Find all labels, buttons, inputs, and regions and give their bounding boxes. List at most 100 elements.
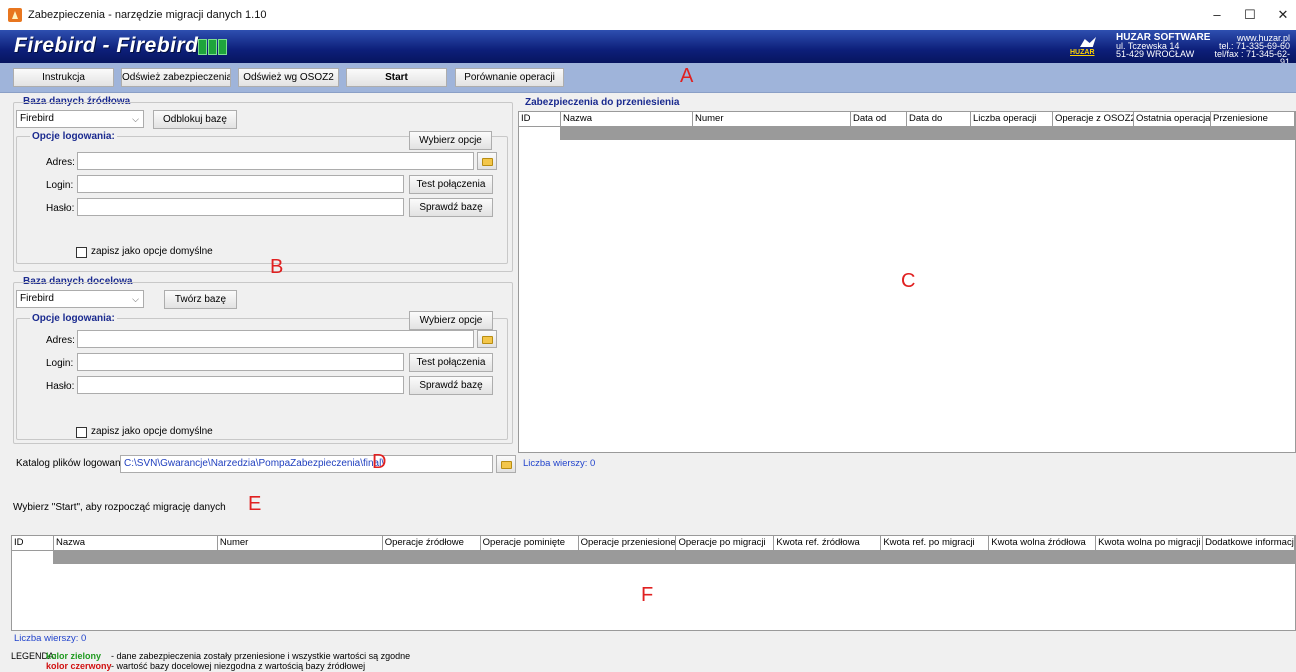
status-square-icon [198,39,207,55]
column-header[interactable]: Numer [218,536,383,551]
window-title-bar: Zabezpieczenia - narzędzie migracji dany… [0,0,1296,30]
chevron-down-icon: ⌵ [132,114,139,124]
column-header[interactable]: Ostatnia operacja [1134,112,1211,127]
source-save-default-label: zapisz jako opcje domyślne [91,246,213,257]
column-header[interactable]: Kwota ref. po migracji [881,536,990,551]
source-test-connection-button[interactable]: Test połączenia [409,175,493,194]
table-row[interactable] [519,127,1295,140]
column-header[interactable]: Data do [907,112,971,127]
target-password-input[interactable] [77,376,404,394]
target-login-input[interactable] [77,353,404,371]
company-address: HUZAR SOFTWARE ul. Tczewska 14 51-429 WR… [1116,33,1210,59]
legend-green-desc: - dane zabezpieczenia zostały przeniesio… [111,651,411,661]
target-save-default-checkbox[interactable] [76,427,87,438]
source-password-input[interactable] [77,198,404,216]
column-header[interactable]: Kwota wolna źródłowa [989,536,1097,551]
log-dir-label: Katalog plików logowania: [16,458,132,469]
column-header[interactable]: ID [519,112,561,127]
column-header[interactable]: Operacje przeniesione [579,536,677,551]
column-header[interactable]: Nazwa [54,536,218,551]
source-browse-button[interactable] [477,152,497,170]
instrukcja-button[interactable]: Instrukcja [13,68,114,87]
company-contact: www.huzar.pl tel.: 71-335-69-60 tel/fax … [1212,34,1290,67]
target-address-input[interactable] [77,330,474,348]
column-header[interactable]: Nazwa [561,112,693,127]
status-message: Wybierz "Start", aby rozpocząć migrację … [13,502,226,513]
transfer-row-count: Liczba wierszy: 0 [523,458,596,469]
target-choose-options-button[interactable]: Wybierz opcje [409,311,493,330]
column-header[interactable]: Dodatkowe informacje [1203,536,1296,551]
row-selector[interactable] [12,551,54,564]
annotation-e: E [248,493,262,515]
column-header[interactable]: Operacje z OSOZ2 [1053,112,1134,127]
target-save-default-label: zapisz jako opcje domyślne [91,426,213,437]
empty-row [560,127,1295,140]
column-header[interactable]: Operacje źródłowe [383,536,481,551]
folder-icon [501,461,512,469]
close-button[interactable]: ✕ [1272,6,1294,24]
transfer-table: ID Nazwa Numer Data od Data do Liczba op… [518,111,1296,453]
compare-operations-button[interactable]: Porównanie operacji [455,68,564,87]
app-banner: Firebird - Firebird HUZAR HUZAR SOFTWARE… [0,30,1296,67]
column-header[interactable]: Operacje pominięte [481,536,579,551]
target-address-label: Adres: [46,335,75,346]
column-header[interactable]: Przeniesione [1211,112,1295,127]
horse-rider-icon [1080,37,1096,47]
source-check-db-button[interactable]: Sprawdź bazę [409,198,493,217]
column-header[interactable]: Kwota wolna po migracji [1096,536,1204,551]
column-header[interactable]: Numer [693,112,851,127]
start-button[interactable]: Start [346,68,447,87]
source-save-default-checkbox[interactable] [76,247,87,258]
legend-green-label: kolor zielony [46,651,102,661]
target-browse-button[interactable] [477,330,497,348]
source-login-input[interactable] [77,175,404,193]
log-dir-browse-button[interactable] [496,455,516,473]
refresh-securities-button[interactable]: Odśwież zabezpieczenia [121,68,231,87]
column-header[interactable]: Liczba operacji [971,112,1053,127]
results-table-header: ID Nazwa Numer Operacje źródłowe Operacj… [12,536,1296,551]
source-choose-options-button[interactable]: Wybierz opcje [409,131,492,150]
column-header[interactable]: Data od [851,112,907,127]
source-login-options-title: Opcje logowania: [30,131,117,142]
source-db-type-value: Firebird [20,113,54,124]
transfer-table-header: ID Nazwa Numer Data od Data do Liczba op… [519,112,1295,127]
target-test-connection-button[interactable]: Test połączenia [409,353,493,372]
app-icon [8,8,22,22]
app-name: Firebird - Firebird [14,34,199,57]
log-dir-input[interactable]: C:\SVN\Gwarancje\Narzedzia\PompaZabezpie… [120,455,493,473]
column-header[interactable]: ID [12,536,54,551]
row-selector[interactable] [519,127,561,140]
results-row-count: Liczba wierszy: 0 [14,633,87,644]
table-row[interactable] [12,551,1295,564]
window-title: Zabezpieczenia - narzędzie migracji dany… [28,9,267,21]
target-password-label: Hasło: [46,381,75,392]
folder-icon [482,158,493,166]
unlock-db-button[interactable]: Odblokuj bazę [153,110,237,129]
annotation-c: C [901,270,916,292]
legend-red-label: kolor czerwony [46,661,112,671]
source-address-input[interactable] [77,152,474,170]
maximize-button[interactable]: ☐ [1239,6,1261,24]
annotation-f: F [641,584,654,606]
legend-red-desc: - wartość bazy docelowej niezgodna z war… [111,661,366,671]
annotation-a: A [680,65,694,87]
status-square-icon [218,39,227,55]
chevron-down-icon: ⌵ [132,294,139,304]
column-header[interactable]: Operacje po migracji [676,536,775,551]
create-db-button[interactable]: Twórz bazę [164,290,237,309]
column-header[interactable]: Kwota ref. źródłowa [774,536,882,551]
source-login-label: Login: [46,180,74,191]
target-login-options-title: Opcje logowania: [30,313,117,324]
target-login-label: Login: [46,358,74,369]
source-db-type-select[interactable]: Firebird ⌵ [16,110,144,128]
empty-row [54,551,1295,564]
toolbar: Instrukcja Odśwież zabezpieczenia Odświe… [0,63,1296,93]
status-square-icon [208,39,217,55]
annotation-b: B [270,256,284,278]
refresh-osoz2-button[interactable]: Odśwież wg OSOZ2 [238,68,339,87]
transfer-table-title: Zabezpieczenia do przeniesienia [525,97,680,108]
minimize-button[interactable]: – [1206,6,1228,24]
target-db-type-select[interactable]: Firebird ⌵ [16,290,144,308]
source-password-label: Hasło: [46,203,75,214]
target-check-db-button[interactable]: Sprawdź bazę [409,376,493,395]
